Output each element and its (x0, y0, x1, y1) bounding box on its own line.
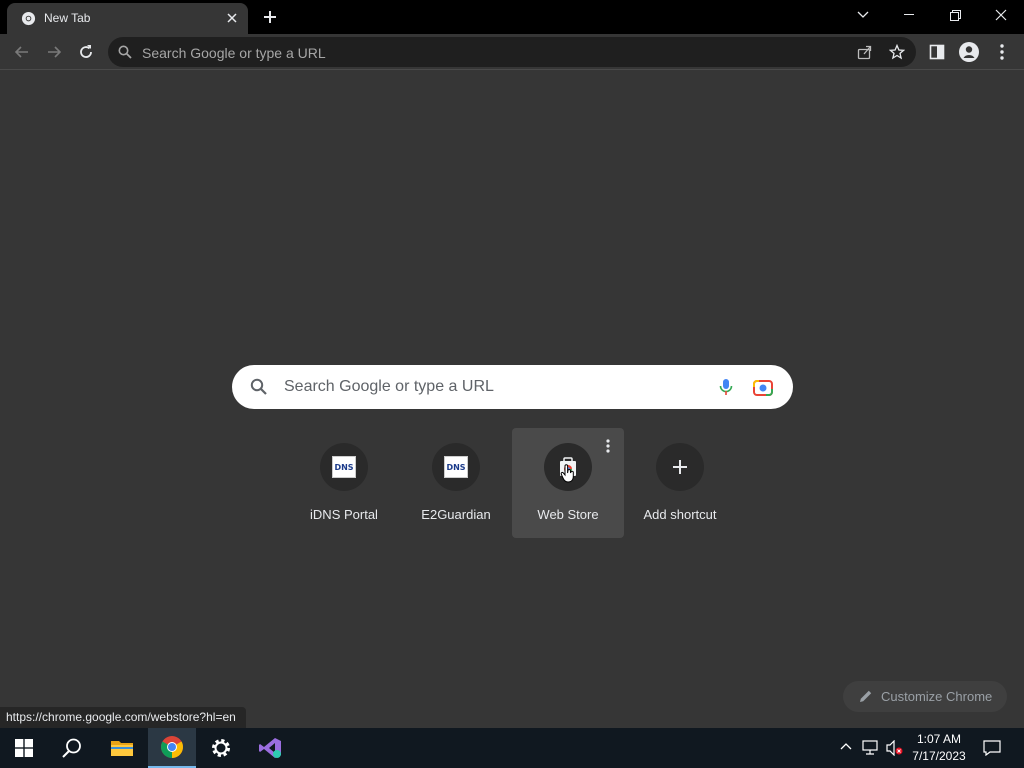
shortcut-tile-add-shortcut[interactable]: Add shortcut (624, 428, 736, 538)
clock-date: 7/17/2023 (912, 749, 966, 763)
shortcut-tile-web-store[interactable]: Web Store (512, 428, 624, 538)
chrome-menu-icon[interactable] (988, 38, 1016, 66)
status-url-bubble: https://chrome.google.com/webstore?hl=en (0, 707, 246, 728)
shortcut-more-options-icon[interactable] (604, 438, 612, 454)
idns-icon: DNS (444, 456, 468, 478)
visual-studio-icon (259, 738, 281, 758)
folder-icon (111, 741, 133, 756)
lens-camera-icon[interactable] (752, 377, 774, 397)
windows-icon (15, 739, 33, 757)
shortcut-tile-idns-portal[interactable]: DNS iDNS Portal (288, 428, 400, 538)
clock-time: 1:07 AM (916, 732, 962, 746)
pencil-icon (860, 690, 872, 702)
shortcut-label: Add shortcut (643, 507, 717, 522)
address-bar-placeholder: Search Google or type a URL (142, 45, 326, 61)
search-icon (250, 378, 267, 395)
address-bar[interactable]: Search Google or type a URL (108, 37, 916, 67)
ntp-search-box[interactable]: Search Google or type a URL (232, 365, 793, 409)
customize-chrome-button[interactable]: Customize Chrome (843, 681, 1007, 712)
notification-icon (983, 740, 1001, 756)
shortcut-label: Web Store (537, 507, 599, 522)
profile-avatar-icon[interactable] (955, 38, 983, 66)
reload-button[interactable] (72, 38, 100, 66)
taskbar-visual-studio[interactable] (246, 728, 294, 768)
shortcut-icon-container: DNS (320, 443, 368, 491)
shortcut-icon-container (656, 443, 704, 491)
tab-search-icon[interactable] (840, 0, 886, 30)
tab-title: New Tab (44, 11, 91, 25)
tab-new-tab[interactable]: New Tab (7, 3, 248, 34)
chrome-icon (161, 736, 183, 758)
back-button[interactable] (8, 38, 36, 66)
chrome-icon (21, 11, 36, 26)
taskbar-chrome[interactable] (148, 728, 196, 768)
ntp-search-placeholder: Search Google or type a URL (284, 378, 494, 395)
shortcut-icon-container: DNS (432, 443, 480, 491)
taskbar-file-explorer[interactable] (98, 728, 146, 768)
side-panel-icon[interactable] (923, 38, 951, 66)
search-icon (118, 45, 132, 59)
bookmark-star-icon[interactable] (888, 43, 906, 61)
search-icon (62, 738, 81, 758)
voice-search-icon[interactable] (716, 377, 736, 397)
volume-muted-icon[interactable] (886, 740, 904, 756)
share-icon[interactable] (856, 43, 874, 61)
shortcut-label: E2Guardian (421, 507, 491, 522)
toolbar: Search Google or type a URL (0, 34, 1024, 70)
close-window-button[interactable] (978, 0, 1024, 30)
taskbar-settings[interactable] (197, 728, 245, 768)
idns-icon: DNS (332, 456, 356, 478)
gear-icon (212, 739, 230, 757)
customize-chrome-label: Customize Chrome (881, 689, 993, 704)
taskbar: 1:07 AM 7/17/2023 (0, 728, 1024, 768)
taskbar-clock[interactable]: 1:07 AM 7/17/2023 (909, 731, 969, 765)
minimize-button[interactable] (886, 0, 932, 30)
hand-cursor-icon (560, 464, 574, 483)
tab-strip: New Tab (0, 0, 1024, 34)
tab-close-icon[interactable] (223, 9, 241, 27)
plus-icon (673, 460, 687, 474)
chevron-up-icon[interactable] (840, 742, 852, 750)
shortcut-tile-e2guardian[interactable]: DNS E2Guardian (400, 428, 512, 538)
restore-button[interactable] (932, 0, 978, 30)
action-center-button[interactable] (970, 728, 1014, 768)
new-tab-button[interactable] (258, 5, 282, 29)
forward-button[interactable] (40, 38, 68, 66)
network-icon[interactable] (862, 740, 880, 756)
shortcut-label: iDNS Portal (310, 507, 378, 522)
start-button[interactable] (0, 728, 48, 768)
taskbar-search-button[interactable] (48, 728, 96, 768)
